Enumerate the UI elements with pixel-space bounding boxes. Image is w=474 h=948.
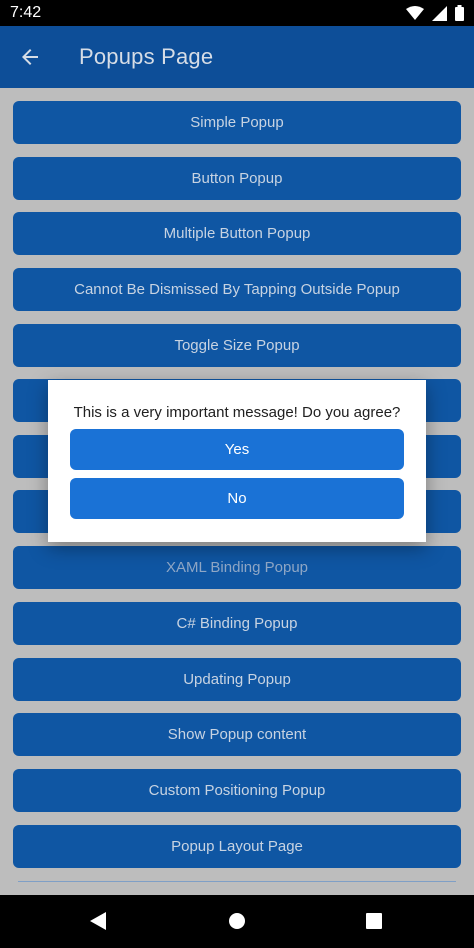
- popup-layout-page-button[interactable]: Popup Layout Page: [13, 825, 461, 868]
- custom-positioning-popup-button[interactable]: Custom Positioning Popup: [13, 769, 461, 812]
- list-divider: [18, 881, 456, 882]
- recents-square-icon[interactable]: [366, 913, 382, 934]
- battery-icon: [455, 5, 464, 21]
- page-title: Popups Page: [79, 44, 214, 69]
- multiple-button-popup-button[interactable]: Multiple Button Popup: [13, 212, 461, 255]
- status-bar: 7:42: [0, 0, 474, 26]
- app-bar: Popups Page: [0, 26, 474, 88]
- confirm-dialog: This is a very important message! Do you…: [48, 380, 426, 542]
- toggle-size-popup-button[interactable]: Toggle Size Popup: [13, 324, 461, 367]
- updating-popup-button[interactable]: Updating Popup: [13, 658, 461, 701]
- cannot-be-dismissed-popup-button[interactable]: Cannot Be Dismissed By Tapping Outside P…: [13, 268, 461, 311]
- no-button[interactable]: No: [70, 478, 404, 519]
- button-popup-button[interactable]: Button Popup: [13, 157, 461, 200]
- xaml-binding-popup-button[interactable]: XAML Binding Popup: [13, 546, 461, 589]
- dialog-message: This is a very important message! Do you…: [73, 404, 401, 421]
- status-icons: [406, 5, 464, 21]
- status-time: 7:42: [10, 4, 42, 21]
- yes-button[interactable]: Yes: [70, 429, 404, 470]
- back-triangle-icon[interactable]: [90, 912, 106, 935]
- csharp-binding-popup-button[interactable]: C# Binding Popup: [13, 602, 461, 645]
- home-circle-icon[interactable]: [228, 912, 246, 935]
- show-popup-content-button[interactable]: Show Popup content: [13, 713, 461, 756]
- simple-popup-button[interactable]: Simple Popup: [13, 101, 461, 144]
- arrow-left-icon[interactable]: [18, 45, 42, 69]
- wifi-icon: [406, 6, 424, 20]
- signal-icon: [432, 5, 447, 21]
